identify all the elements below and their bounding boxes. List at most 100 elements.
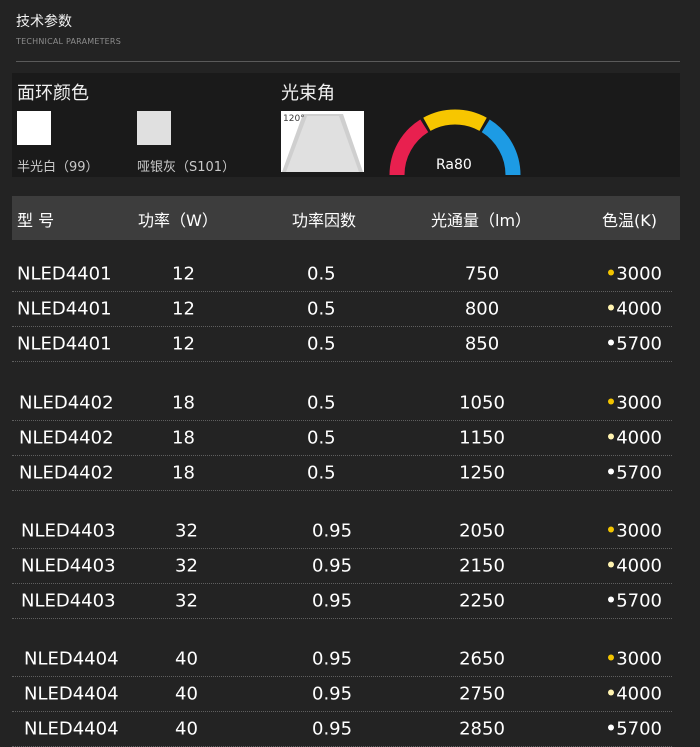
cell-model: NLED4403 bbox=[21, 520, 116, 541]
cell-power-factor: 0.95 bbox=[312, 683, 353, 704]
cell-power: 32 bbox=[175, 590, 198, 611]
cell-power-factor: 0.5 bbox=[307, 298, 336, 319]
cell-color-temperature: 3000 bbox=[608, 392, 662, 413]
table-row: NLED4403 32 0.95 2250 5700 bbox=[12, 583, 672, 619]
color-temp-dot-icon bbox=[608, 689, 615, 695]
header-luminous-flux: 光通量（lm） bbox=[431, 211, 532, 230]
cell-color-temperature: 3000 bbox=[608, 520, 662, 541]
table-row: NLED4401 12 0.5 800 4000 bbox=[12, 291, 672, 327]
cell-model: NLED4402 bbox=[19, 427, 114, 448]
cell-power: 12 bbox=[172, 263, 195, 284]
ra-gauge-red-segment bbox=[389, 119, 429, 176]
cell-luminous-flux: 2750 bbox=[459, 683, 505, 704]
cell-model: NLED4401 bbox=[17, 298, 112, 319]
table-row: NLED4403 32 0.95 2050 3000 bbox=[12, 513, 672, 549]
cell-power-factor: 0.95 bbox=[312, 520, 353, 541]
cell-color-temperature: 4000 bbox=[608, 298, 662, 319]
cell-model: NLED4403 bbox=[21, 590, 116, 611]
table-row: NLED4401 12 0.5 850 5700 bbox=[12, 326, 672, 362]
ra-label: Ra80 bbox=[436, 157, 472, 173]
cell-model: NLED4404 bbox=[24, 683, 119, 704]
color-temp-dot-icon bbox=[608, 654, 615, 660]
color-temp-dot-icon bbox=[608, 269, 615, 275]
cell-power-factor: 0.5 bbox=[307, 263, 336, 284]
cell-power: 18 bbox=[172, 462, 195, 483]
cell-model: NLED4401 bbox=[17, 333, 112, 354]
color-temp-value: 3000 bbox=[616, 263, 662, 284]
color-temp-value: 3000 bbox=[616, 648, 662, 669]
color-temp-dot-icon bbox=[608, 724, 615, 730]
table-row: NLED4401 12 0.5 750 3000 bbox=[12, 256, 672, 292]
cell-color-temperature: 3000 bbox=[608, 263, 662, 284]
header-model: 型 号 bbox=[17, 211, 55, 230]
color-temp-dot-icon bbox=[608, 398, 615, 404]
cell-power-factor: 0.5 bbox=[307, 427, 336, 448]
color-temp-dot-icon bbox=[608, 468, 615, 474]
table-row: NLED4404 40 0.95 2650 3000 bbox=[12, 641, 672, 677]
table-row: NLED4402 18 0.5 1050 3000 bbox=[12, 385, 672, 421]
ra-gauge-blue-segment bbox=[481, 119, 521, 176]
section-title: 技术参数 bbox=[16, 14, 72, 30]
cell-luminous-flux: 1250 bbox=[459, 462, 505, 483]
swatch-white bbox=[17, 111, 51, 145]
color-temp-dot-icon bbox=[608, 526, 615, 532]
cell-luminous-flux: 2650 bbox=[459, 648, 505, 669]
cell-power-factor: 0.95 bbox=[312, 718, 353, 739]
table-row: NLED4404 40 0.95 2850 5700 bbox=[12, 711, 672, 747]
cell-model: NLED4402 bbox=[19, 462, 114, 483]
cell-color-temperature: 5700 bbox=[608, 718, 662, 739]
cell-power-factor: 0.5 bbox=[307, 462, 336, 483]
table-row: NLED4402 18 0.5 1150 4000 bbox=[12, 420, 672, 456]
cell-model: NLED4403 bbox=[21, 555, 116, 576]
color-temp-dot-icon bbox=[608, 561, 615, 567]
cell-power: 32 bbox=[175, 520, 198, 541]
color-temp-value: 3000 bbox=[616, 520, 662, 541]
cell-luminous-flux: 2850 bbox=[459, 718, 505, 739]
cell-power-factor: 0.5 bbox=[307, 392, 336, 413]
section-subtitle: TECHNICAL PARAMETERS bbox=[16, 37, 121, 46]
table-row: NLED4403 32 0.95 2150 4000 bbox=[12, 548, 672, 584]
swatch-white-label: 半光白（99） bbox=[17, 160, 99, 175]
swatch-silver-grey bbox=[137, 111, 171, 145]
cell-power: 32 bbox=[175, 555, 198, 576]
cell-luminous-flux: 750 bbox=[464, 263, 500, 284]
cell-luminous-flux: 1050 bbox=[459, 392, 505, 413]
section-divider bbox=[16, 61, 680, 62]
surface-color-label: 面环颜色 bbox=[17, 83, 89, 104]
cell-color-temperature: 4000 bbox=[608, 683, 662, 704]
cell-power-factor: 0.5 bbox=[307, 333, 336, 354]
cell-color-temperature: 3000 bbox=[608, 648, 662, 669]
cell-model: NLED4404 bbox=[24, 648, 119, 669]
cell-luminous-flux: 2250 bbox=[459, 590, 505, 611]
cell-color-temperature: 4000 bbox=[608, 427, 662, 448]
color-temp-value: 4000 bbox=[616, 298, 662, 319]
beam-angle-label: 光束角 bbox=[281, 83, 335, 104]
color-temp-value: 5700 bbox=[616, 462, 662, 483]
cell-color-temperature: 4000 bbox=[608, 555, 662, 576]
cell-power: 40 bbox=[175, 683, 198, 704]
cell-model: NLED4404 bbox=[24, 718, 119, 739]
color-temp-value: 3000 bbox=[616, 392, 662, 413]
beam-angle-value: 120° bbox=[283, 114, 305, 124]
table-row: NLED4404 40 0.95 2750 4000 bbox=[12, 676, 672, 712]
cell-power: 40 bbox=[175, 648, 198, 669]
header-power: 功率（W） bbox=[138, 211, 218, 230]
cell-luminous-flux: 800 bbox=[464, 298, 500, 319]
cell-power: 12 bbox=[172, 333, 195, 354]
cell-luminous-flux: 850 bbox=[464, 333, 500, 354]
cell-luminous-flux: 1150 bbox=[459, 427, 505, 448]
color-temp-value: 5700 bbox=[616, 333, 662, 354]
cell-model: NLED4402 bbox=[19, 392, 114, 413]
color-temp-dot-icon bbox=[608, 596, 615, 602]
color-temp-dot-icon bbox=[608, 433, 615, 439]
color-temp-dot-icon bbox=[608, 339, 615, 345]
ra-gauge-yellow-segment bbox=[423, 109, 487, 131]
header-color-temperature: 色温(K) bbox=[602, 211, 657, 230]
cell-power-factor: 0.95 bbox=[312, 590, 353, 611]
cell-power-factor: 0.95 bbox=[312, 555, 353, 576]
cell-power-factor: 0.95 bbox=[312, 648, 353, 669]
swatch-silver-grey-label: 哑银灰（S101） bbox=[137, 160, 236, 175]
table-row: NLED4402 18 0.5 1250 5700 bbox=[12, 455, 672, 491]
color-temp-value: 4000 bbox=[616, 427, 662, 448]
cell-power: 18 bbox=[172, 427, 195, 448]
